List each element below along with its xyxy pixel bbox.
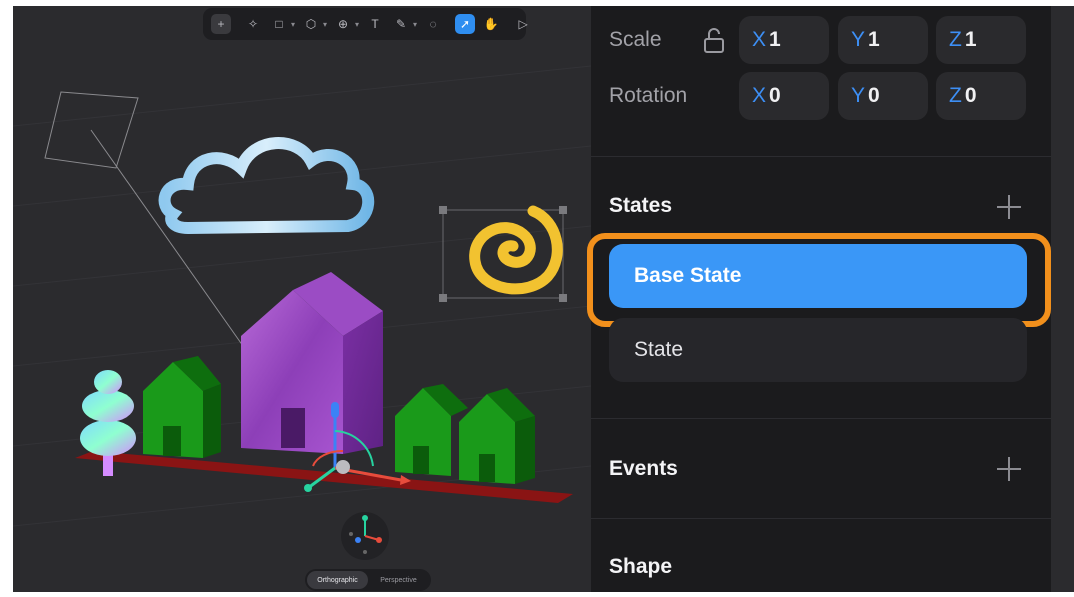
spiral-object[interactable] <box>439 205 567 302</box>
state-item-label: Base State <box>634 264 742 287</box>
green-house-left[interactable] <box>143 356 221 458</box>
comment-icon[interactable]: ◌ <box>423 14 443 34</box>
orthographic-option[interactable]: Orthographic <box>307 571 368 589</box>
scale-x-field[interactable]: X 1 <box>739 16 829 64</box>
add-icon[interactable]: + <box>211 14 231 34</box>
rotation-y-field[interactable]: Y 0 <box>838 72 928 120</box>
state-item-state[interactable]: State <box>609 318 1027 382</box>
states-title: States <box>609 194 673 217</box>
rotation-row: Rotation <box>609 72 739 120</box>
section-divider <box>591 156 1051 157</box>
rectangle-icon[interactable]: □ <box>269 14 289 34</box>
add-state-icon[interactable] <box>997 195 1021 219</box>
green-house-right-1[interactable] <box>395 384 468 476</box>
purple-house[interactable] <box>241 272 383 454</box>
globe-icon[interactable]: ⊕ <box>333 14 353 34</box>
chevron-down-icon[interactable]: ▾ <box>291 20 295 29</box>
properties-panel: Scale X 1 Y 1 Z 1 Rotation X 0 Y 0 Z 0 S… <box>587 6 1051 592</box>
axis-x-letter: X <box>752 84 767 107</box>
play-icon[interactable]: ▷ <box>513 14 533 34</box>
add-event-icon[interactable] <box>997 457 1021 481</box>
sparkle-icon[interactable]: ✧ <box>243 14 263 34</box>
chevron-down-icon[interactable]: ▾ <box>413 20 417 29</box>
state-item-base[interactable]: Base State <box>609 244 1027 308</box>
hand-icon[interactable]: ✋ <box>481 14 501 34</box>
3d-viewport[interactable]: + ✧ □ ▾ ⬡ ▾ ⊕ ▾ T ✎ ▾ ◌ ➚ ✋ ▷ Orthograph… <box>13 6 591 592</box>
axis-z-letter: Z <box>949 84 962 107</box>
chevron-down-icon[interactable]: ▾ <box>323 20 327 29</box>
chevron-down-icon[interactable]: ▾ <box>355 20 359 29</box>
select-pointer-icon[interactable]: ➚ <box>455 14 476 34</box>
pen-icon[interactable]: ✎ <box>391 14 411 34</box>
rotation-x-field[interactable]: X 0 <box>739 72 829 120</box>
right-edge-canvas <box>1051 6 1074 592</box>
section-divider <box>591 518 1051 519</box>
scene-canvas[interactable] <box>13 6 591 592</box>
axis-x-letter: X <box>752 28 767 51</box>
scale-z-value: 1 <box>964 28 977 51</box>
shape-title: Shape <box>609 555 673 578</box>
viewport-toolbar: + ✧ □ ▾ ⬡ ▾ ⊕ ▾ T ✎ ▾ ◌ ➚ ✋ ▷ <box>203 8 528 40</box>
axis-y-letter: Y <box>851 84 866 107</box>
rotation-label: Rotation <box>609 84 688 107</box>
view-compass[interactable] <box>341 512 389 560</box>
text-icon[interactable]: T <box>365 14 385 34</box>
green-house-right-2[interactable] <box>459 388 535 484</box>
axis-y-letter: Y <box>851 28 866 51</box>
events-title: Events <box>609 457 678 480</box>
perspective-option[interactable]: Perspective <box>368 571 429 589</box>
scale-x-value: 1 <box>769 28 781 51</box>
cloud-object[interactable] <box>158 137 375 235</box>
lock-icon[interactable] <box>703 28 725 54</box>
rotation-z-value: 0 <box>964 84 977 107</box>
camera-mode-toggle: Orthographic Perspective <box>305 569 431 591</box>
rotation-z-field[interactable]: Z 0 <box>936 72 1026 120</box>
section-divider <box>591 418 1051 419</box>
state-item-label: State <box>634 338 684 361</box>
rotation-y-value: 0 <box>868 84 880 107</box>
camera-gizmo[interactable] <box>44 91 244 347</box>
scale-y-value: 1 <box>868 28 880 51</box>
scale-y-field[interactable]: Y 1 <box>838 16 928 64</box>
axis-z-letter: Z <box>949 28 962 51</box>
cube-icon[interactable]: ⬡ <box>301 14 321 34</box>
rotation-x-value: 0 <box>769 84 781 107</box>
scale-z-field[interactable]: Z 1 <box>936 16 1026 64</box>
